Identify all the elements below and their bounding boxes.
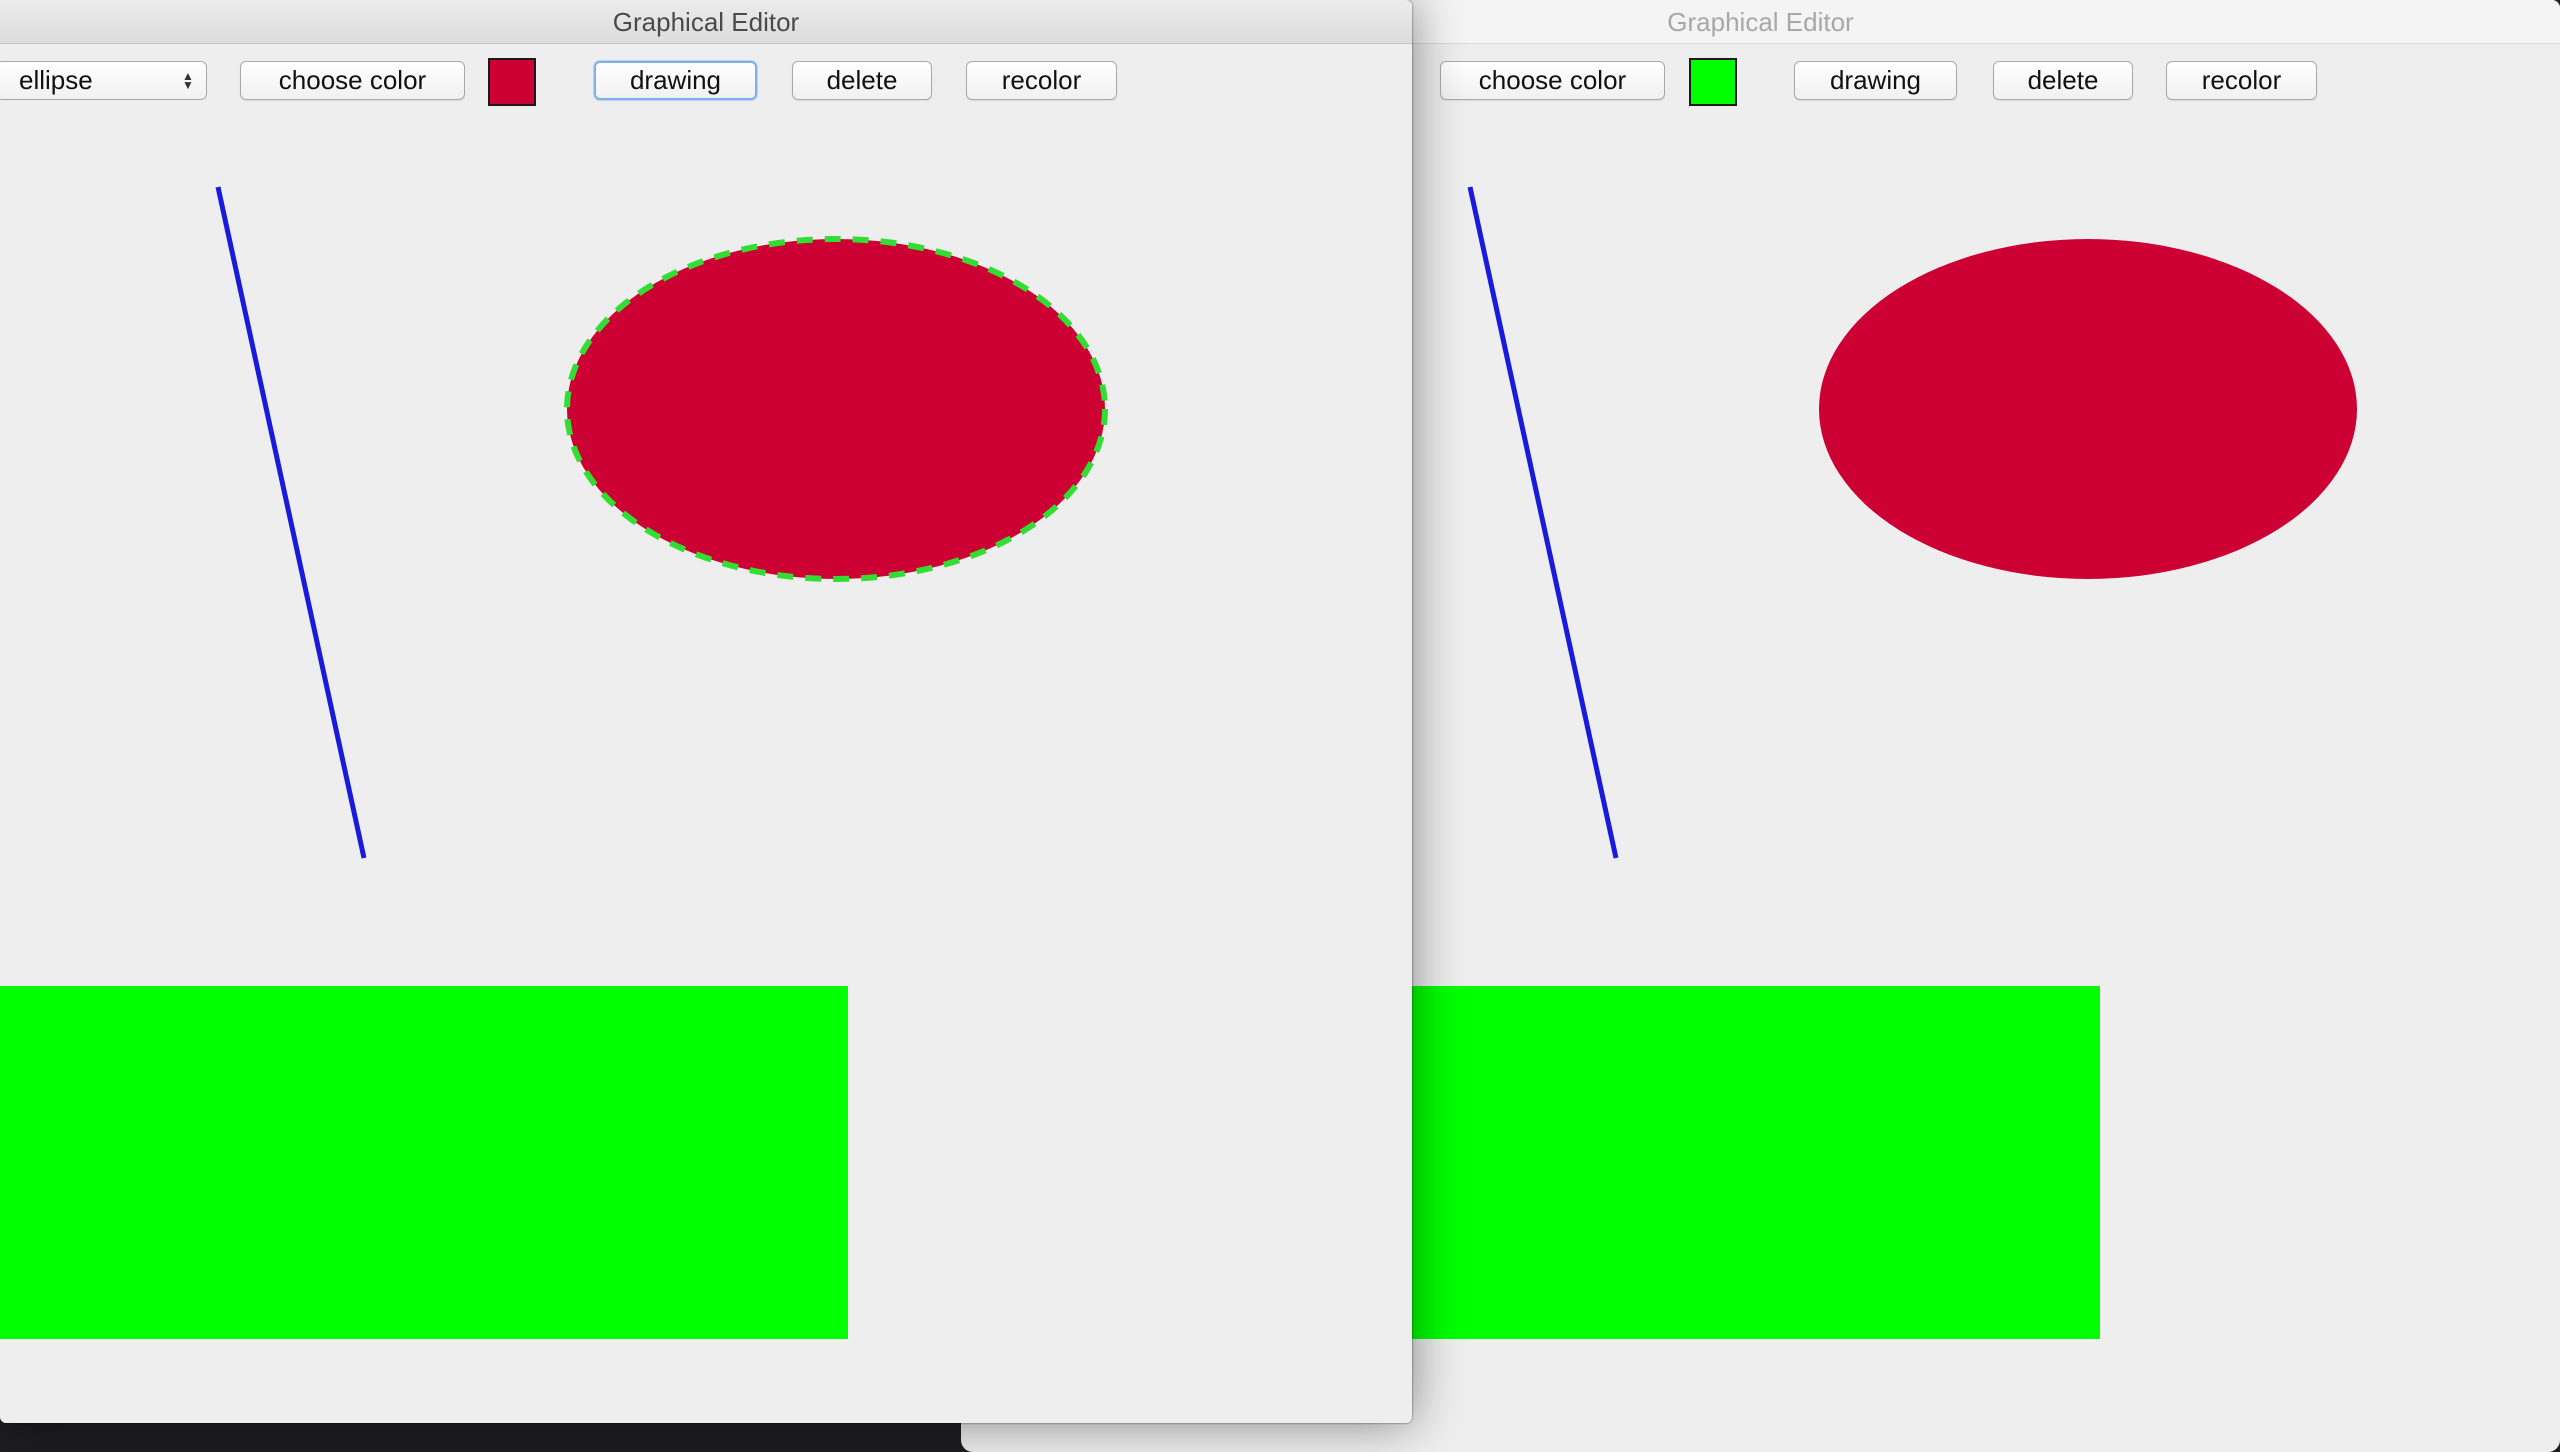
rectangle-shape[interactable] (0, 986, 848, 1339)
line-shape[interactable] (215, 186, 367, 859)
line-shape[interactable] (1467, 186, 1619, 859)
graphical-editor-window-front: Graphical Editor ellipse ▲ ▼ choose color… (0, 0, 1412, 1423)
drawing-canvas[interactable] (0, 0, 1412, 1423)
ellipse-shape[interactable] (1819, 239, 2357, 579)
rectangle-shape[interactable] (1412, 986, 2100, 1339)
